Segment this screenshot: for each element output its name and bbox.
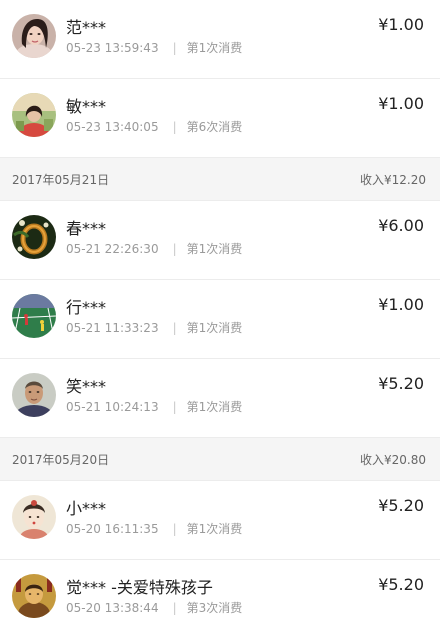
- avatar: [12, 495, 56, 539]
- payment-time: 05-23 13:40:05: [66, 119, 159, 134]
- separator: |: [172, 119, 177, 134]
- avatar: [12, 93, 56, 137]
- payment-amount: ¥1.00: [378, 15, 424, 34]
- payer-name: 行***: [66, 298, 107, 317]
- avatar: [12, 574, 56, 618]
- payment-count: 第6次消费: [186, 120, 243, 134]
- payment-count: 第1次消费: [186, 321, 243, 335]
- payment-time: 05-20 13:38:44: [66, 600, 159, 615]
- date-label: 2017年05月20日: [12, 452, 110, 467]
- separator: |: [172, 399, 177, 414]
- date-header: 2017年05月21日 收入¥12.20: [0, 158, 440, 201]
- payment-meta: 05-20 16:11:35 | 第1次消费: [66, 520, 242, 537]
- avatar: [12, 215, 56, 259]
- separator: |: [172, 600, 177, 615]
- date-header: 2017年05月20日 收入¥20.80: [0, 438, 440, 481]
- payer-name: 敏***: [66, 97, 107, 116]
- transaction-row[interactable]: 行*** 05-21 11:33:23 | 第1次消费 ¥1.00: [0, 280, 440, 359]
- payment-meta: 05-21 11:33:23 | 第1次消费: [66, 319, 242, 336]
- payment-meta: 05-21 10:24:13 | 第1次消费: [66, 398, 242, 415]
- payment-amount: ¥5.20: [378, 575, 424, 594]
- avatar-man-portrait-icon: [12, 373, 56, 417]
- transaction-row[interactable]: 敏*** 05-23 13:40:05 | 第6次消费 ¥1.00: [0, 79, 440, 158]
- payment-amount: ¥5.20: [378, 496, 424, 515]
- separator: |: [172, 320, 177, 335]
- payment-time: 05-23 13:59:43: [66, 40, 159, 55]
- transaction-row[interactable]: 范*** 05-23 13:59:43 | 第1次消费 ¥1.00: [0, 0, 440, 79]
- payment-meta: 05-23 13:40:05 | 第6次消费: [66, 118, 242, 135]
- payment-meta: 05-21 22:26:30 | 第1次消费: [66, 240, 242, 257]
- separator: |: [172, 241, 177, 256]
- transaction-row[interactable]: 小*** 05-20 16:11:35 | 第1次消费 ¥5.20: [0, 481, 440, 560]
- daily-income: 收入¥20.80: [360, 452, 426, 467]
- payment-time: 05-21 10:24:13: [66, 399, 159, 414]
- payment-count: 第1次消费: [186, 522, 243, 536]
- avatar: [12, 14, 56, 58]
- payment-count: 第1次消费: [186, 242, 243, 256]
- payer-name: 春***: [66, 219, 107, 238]
- payment-amount: ¥1.00: [378, 94, 424, 113]
- payer-name: 觉*** -关爱特殊孩子: [66, 578, 213, 597]
- payer-name: 笑***: [66, 377, 107, 396]
- payer-name: 范***: [66, 18, 107, 37]
- payment-count: 第1次消费: [186, 400, 243, 414]
- transaction-row[interactable]: 笑*** 05-21 10:24:13 | 第1次消费 ¥5.20: [0, 359, 440, 438]
- payment-count: 第1次消费: [186, 41, 243, 55]
- avatar-woman-photo-icon: [12, 93, 56, 137]
- daily-income: 收入¥12.20: [360, 172, 426, 187]
- avatar: [12, 294, 56, 338]
- payment-time: 05-21 22:26:30: [66, 241, 159, 256]
- separator: |: [172, 521, 177, 536]
- payment-meta: 05-20 13:38:44 | 第3次消费: [66, 599, 242, 616]
- avatar-jade-bracelet-icon: [12, 215, 56, 259]
- transaction-row[interactable]: 春*** 05-21 22:26:30 | 第1次消费 ¥6.00: [0, 201, 440, 280]
- payment-count: 第3次消费: [186, 601, 243, 615]
- payment-amount: ¥5.20: [378, 374, 424, 393]
- avatar-badminton-court-icon: [12, 294, 56, 338]
- payment-time: 05-20 16:11:35: [66, 521, 159, 536]
- payment-time: 05-21 11:33:23: [66, 320, 159, 335]
- avatar-buddha-figure-icon: [12, 574, 56, 618]
- transaction-row[interactable]: 觉*** -关爱特殊孩子 05-20 13:38:44 | 第3次消费 ¥5.2…: [0, 560, 440, 634]
- payment-amount: ¥1.00: [378, 295, 424, 314]
- payer-name: 小***: [66, 499, 107, 518]
- avatar-woman-portrait-icon: [12, 14, 56, 58]
- date-label: 2017年05月21日: [12, 172, 110, 187]
- avatar-cartoon-girl-icon: [12, 495, 56, 539]
- payment-meta: 05-23 13:59:43 | 第1次消费: [66, 39, 242, 56]
- avatar: [12, 373, 56, 417]
- separator: |: [172, 40, 177, 55]
- transaction-list: 范*** 05-23 13:59:43 | 第1次消费 ¥1.00 敏*** 0…: [0, 0, 440, 634]
- payment-amount: ¥6.00: [378, 216, 424, 235]
